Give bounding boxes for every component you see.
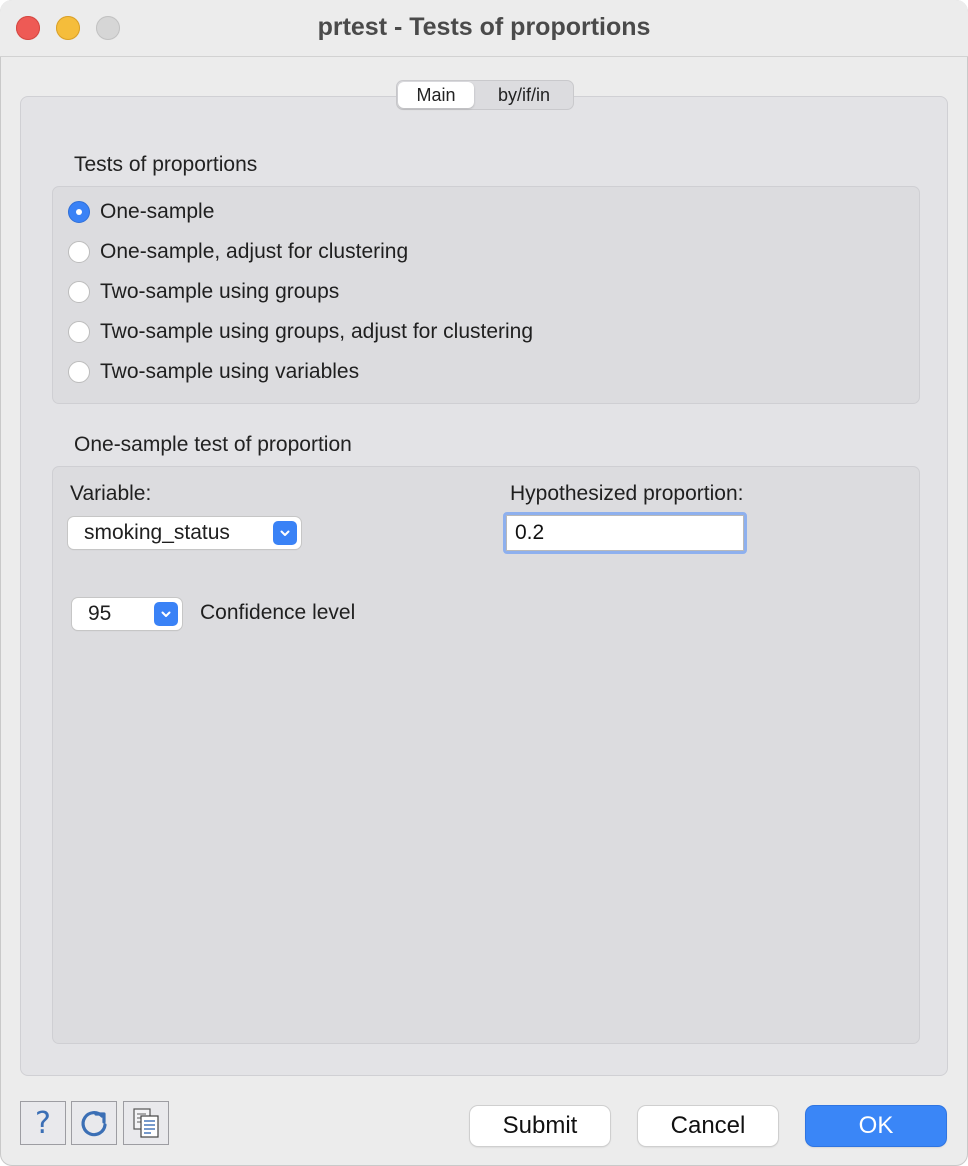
hypothesized-proportion-input[interactable]: [506, 515, 744, 551]
radio-label: One-sample, adjust for clustering: [100, 240, 409, 263]
radio-two-sample-variables[interactable]: Two-sample using variables: [68, 357, 359, 387]
radio-one-sample[interactable]: One-sample: [68, 197, 214, 227]
one-sample-group-label: One-sample test of proportion: [74, 433, 352, 456]
chevron-down-icon[interactable]: [154, 602, 178, 626]
window-title: prtest - Tests of proportions: [317, 13, 651, 41]
tab-main[interactable]: Main: [398, 82, 474, 108]
title-bar: prtest - Tests of proportions: [0, 0, 968, 57]
variable-value: smoking_status: [84, 521, 230, 544]
variable-label: Variable:: [70, 482, 152, 505]
radio-two-sample-groups[interactable]: Two-sample using groups: [68, 277, 339, 307]
radio-two-sample-groups-cluster[interactable]: Two-sample using groups, adjust for clus…: [68, 317, 533, 347]
radio-button[interactable]: [68, 201, 90, 223]
copy-command-icon: [133, 1108, 159, 1138]
radio-button[interactable]: [68, 321, 90, 343]
confidence-level-combobox[interactable]: 95: [72, 598, 182, 630]
refresh-icon: [81, 1111, 107, 1137]
question-mark-icon: ?: [35, 1105, 51, 1141]
radio-one-sample-cluster[interactable]: One-sample, adjust for clustering: [68, 237, 408, 267]
hypothesized-proportion-field[interactable]: [503, 512, 747, 554]
ok-button[interactable]: OK: [806, 1106, 946, 1146]
one-sample-group-box: [52, 466, 920, 1044]
radio-label: Two-sample using variables: [100, 360, 360, 383]
cancel-button[interactable]: Cancel: [638, 1106, 778, 1146]
radio-button[interactable]: [68, 281, 90, 303]
copy-command-button[interactable]: [123, 1101, 169, 1145]
confidence-level-label: Confidence level: [200, 601, 356, 624]
tests-group-label: Tests of proportions: [74, 153, 258, 176]
reset-button[interactable]: [71, 1101, 117, 1145]
radio-label: Two-sample using groups, adjust for clus…: [100, 320, 534, 343]
radio-button[interactable]: [68, 241, 90, 263]
radio-label: Two-sample using groups: [100, 280, 340, 303]
radio-button[interactable]: [68, 361, 90, 383]
hypothesized-label: Hypothesized proportion:: [510, 482, 744, 505]
dialog-window: prtest - Tests of proportions Main by/if…: [0, 0, 968, 1166]
chevron-down-icon[interactable]: [273, 521, 297, 545]
tab-bar: Main by/if/in: [396, 80, 574, 110]
radio-label: One-sample: [100, 200, 215, 223]
help-button[interactable]: ?: [20, 1101, 66, 1145]
submit-button[interactable]: Submit: [470, 1106, 610, 1146]
variable-combobox[interactable]: smoking_status: [68, 517, 301, 549]
tab-by-if-in[interactable]: by/if/in: [477, 82, 571, 108]
confidence-level-value: 95: [88, 602, 112, 625]
